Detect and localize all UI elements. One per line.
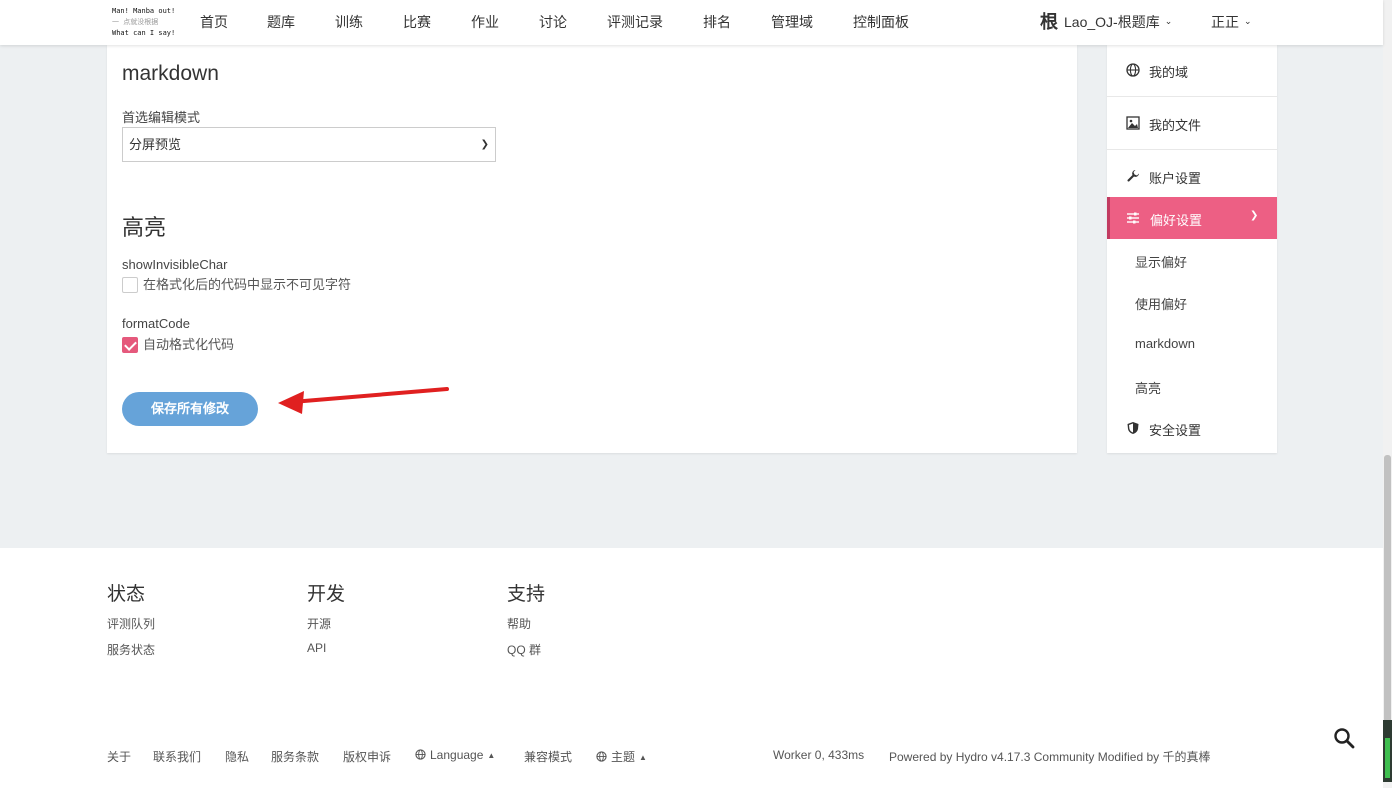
sidebar-item-label: 我的文件 [1149, 118, 1202, 133]
caret-up-icon: ▲ [639, 753, 647, 763]
nav-records[interactable]: 评测记录 [607, 0, 663, 45]
footer-col-title-support: 支持 [507, 584, 546, 605]
shield-icon [1127, 422, 1139, 434]
globe-icon [1126, 63, 1140, 77]
chevron-down-icon: ⌄ [1164, 15, 1173, 26]
sidebar-divider [1107, 149, 1277, 150]
footer-link-judge-queue[interactable]: 评测队列 [107, 615, 155, 632]
nav-training[interactable]: 训练 [335, 0, 363, 45]
nav-manage-domain[interactable]: 管理域 [771, 0, 813, 45]
format-code-option[interactable]: 自动格式化代码 [122, 337, 234, 355]
show-invisible-option[interactable]: 在格式化后的代码中显示不可见字符 [122, 277, 351, 295]
annotation-arrow [278, 387, 449, 414]
section-title-markdown: markdown [122, 62, 219, 85]
search-icon[interactable] [1333, 727, 1355, 749]
footer-link-about[interactable]: 关于 [107, 748, 131, 765]
theme-label: 主题 [611, 750, 636, 764]
sidebar-item-label: 安全设置 [1149, 423, 1202, 438]
footer-link-privacy[interactable]: 隐私 [225, 748, 249, 765]
settings-sidebar: 我的域 我的文件 账户设置 偏好设置 ❯ 显示偏好 使用偏好 markdown … [1107, 45, 1277, 453]
sidebar-item-label: 偏好设置 [1150, 213, 1203, 228]
footer-link-open-source[interactable]: 开源 [307, 615, 331, 632]
domain-switcher[interactable]: 根 Lao_OJ-根题库 ⌄ [1040, 0, 1172, 45]
footer-link-copyright[interactable]: 版权申诉 [343, 748, 391, 765]
sidebar-item-label: 我的域 [1149, 65, 1189, 80]
theme-selector[interactable]: 主题 ▲ [596, 748, 647, 765]
top-navigation-bar: Man! Manba out! 一 点就没根据 What can I say! … [0, 0, 1383, 45]
chevron-down-icon: ❯ [480, 139, 489, 150]
sidebar-subitem-display[interactable]: 显示偏好 [1135, 252, 1187, 271]
user-name: 正正 [1211, 14, 1239, 30]
sidebar-subitem-highlight[interactable]: 高亮 [1135, 378, 1161, 397]
footer-link-service-status[interactable]: 服务状态 [107, 641, 155, 658]
nav-home[interactable]: 首页 [200, 0, 228, 45]
footer-col-title-status: 状态 [107, 584, 146, 605]
show-invisible-label: 在格式化后的代码中显示不可见字符 [143, 277, 352, 292]
chevron-down-icon: ❯ [1250, 210, 1259, 221]
nav-discussion[interactable]: 讨论 [539, 0, 567, 45]
globe-icon [596, 751, 607, 762]
page-scrollbar[interactable] [1383, 0, 1392, 788]
powered-by: Powered by Hydro v4.17.3 Community Modif… [889, 750, 1211, 764]
section-title-highlight: 高亮 [122, 215, 167, 240]
edit-mode-value: 分屏预览 [129, 137, 182, 152]
worker-info: Worker 0, 433ms [773, 748, 865, 762]
domain-name: Lao_OJ-根题库 [1064, 14, 1160, 30]
footer-link-contact[interactable]: 联系我们 [153, 748, 201, 765]
nav-control-panel[interactable]: 控制面板 [853, 0, 909, 45]
image-icon [1126, 116, 1140, 130]
format-code-label: 自动格式化代码 [143, 337, 235, 352]
save-all-button[interactable]: 保存所有修改 [122, 392, 258, 426]
edit-mode-select[interactable]: 分屏预览 ❯ [122, 127, 496, 162]
show-invisible-key: showInvisibleChar [122, 257, 228, 272]
show-invisible-checkbox[interactable] [122, 277, 138, 293]
sliders-icon [1127, 212, 1139, 224]
footer-link-api[interactable]: API [307, 641, 326, 655]
sidebar-item-preferences[interactable]: 偏好设置 ❯ [1107, 197, 1277, 239]
logo-line-3: What can I say! [112, 29, 176, 37]
scrollbar-thumb[interactable] [1384, 455, 1391, 765]
caret-up-icon: ▲ [487, 751, 496, 761]
logo-line-1: Man! Manba out! [112, 7, 176, 15]
footer-link-compat-mode[interactable]: 兼容模式 [524, 748, 572, 765]
page-footer: 状态 评测队列 服务状态 开发 开源 API 支持 帮助 QQ 群 关于 联系我… [0, 548, 1383, 788]
language-selector[interactable]: Language ▲ [415, 748, 495, 762]
format-code-checkbox[interactable] [122, 337, 138, 353]
sidebar-subitem-markdown[interactable]: markdown [1135, 336, 1195, 351]
status-indicator-level [1385, 738, 1390, 778]
logo-line-2: 一 点就没根据 [112, 18, 159, 26]
language-label: Language [430, 748, 484, 762]
sidebar-item-label: 账户设置 [1149, 171, 1202, 186]
nav-contest[interactable]: 比赛 [403, 0, 431, 45]
nav-homework[interactable]: 作业 [471, 0, 499, 45]
settings-main-panel: markdown 首选编辑模式 分屏预览 ❯ 高亮 showInvisibleC… [107, 45, 1077, 453]
sidebar-divider [1107, 96, 1277, 97]
site-logo[interactable]: Man! Manba out! 一 点就没根据 What can I say! [112, 6, 178, 40]
footer-link-help[interactable]: 帮助 [507, 615, 531, 632]
footer-col-title-dev: 开发 [307, 584, 346, 605]
edit-mode-label: 首选编辑模式 [122, 110, 201, 125]
globe-icon [415, 749, 426, 760]
footer-link-terms[interactable]: 服务条款 [271, 748, 319, 765]
footer-link-qq-group[interactable]: QQ 群 [507, 641, 541, 658]
format-code-key: formatCode [122, 316, 190, 331]
wrench-icon [1127, 170, 1139, 182]
nav-problems[interactable]: 题库 [267, 0, 295, 45]
domain-glyph: 根 [1040, 11, 1058, 33]
chevron-down-icon: ⌄ [1244, 15, 1252, 26]
sidebar-subitem-usage[interactable]: 使用偏好 [1135, 294, 1187, 313]
nav-ranking[interactable]: 排名 [703, 0, 731, 45]
user-menu[interactable]: 正正 ⌄ [1211, 0, 1252, 45]
